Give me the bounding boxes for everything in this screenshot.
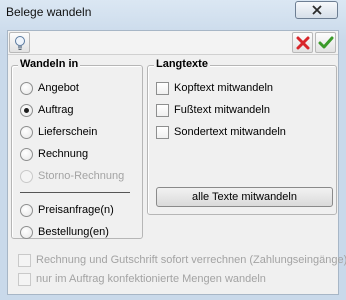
radio-storno-rechnung: Storno-Rechnung — [20, 168, 124, 184]
wandeln-in-group: Wandeln in Angebot Auftrag Lieferschein … — [11, 58, 143, 240]
checkbox-sofort-verrechnen: Rechnung und Gutschrift sofort verrechne… — [18, 252, 346, 268]
cancel-button[interactable] — [292, 32, 313, 53]
radio-label: Lieferschein — [38, 126, 98, 138]
radio-button[interactable] — [20, 147, 33, 161]
ok-button[interactable] — [315, 32, 336, 53]
lightbulb-icon — [14, 35, 25, 50]
radio-preisanfrage[interactable]: Preisanfrage(n) — [20, 202, 114, 218]
radio-button[interactable] — [20, 225, 33, 239]
radio-button[interactable] — [20, 103, 33, 117]
radio-rechnung[interactable]: Rechnung — [20, 146, 88, 162]
checkbox-label: Kopftext mitwandeln — [174, 82, 274, 94]
checkbox-sondertext[interactable]: Sondertext mitwandeln — [156, 124, 286, 140]
langtexte-group: Langtexte Kopftext mitwandeln Fußtext mi… — [147, 58, 337, 215]
checkbox-label: nur im Auftrag konfektionierte Mengen wa… — [36, 273, 266, 285]
checkbox[interactable] — [156, 103, 169, 117]
checkbox-label: Sondertext mitwandeln — [174, 126, 286, 138]
window-close-button[interactable] — [295, 1, 338, 19]
window-title: Belege wandeln — [6, 5, 92, 19]
checkbox — [18, 272, 31, 286]
radio-label: Rechnung — [38, 148, 89, 160]
radio-label: Bestellung(en) — [38, 226, 109, 238]
radio-button[interactable] — [20, 81, 33, 95]
radio-auftrag[interactable]: Auftrag — [20, 102, 73, 118]
wandeln-in-title: Wandeln in — [18, 58, 81, 70]
info-button[interactable] — [9, 32, 30, 53]
radio-button[interactable] — [20, 203, 33, 217]
radio-label: Auftrag — [38, 104, 74, 116]
toolbar — [8, 31, 338, 55]
radio-button[interactable] — [20, 125, 33, 139]
radio-bestellung[interactable]: Bestellung(en) — [20, 224, 109, 240]
alle-texte-button[interactable]: alle Texte mitwandeln — [156, 187, 333, 207]
radio-button — [20, 169, 33, 183]
radio-label: Angebot — [38, 82, 79, 94]
checkbox-kopftext[interactable]: Kopftext mitwandeln — [156, 80, 273, 96]
radio-lieferschein[interactable]: Lieferschein — [20, 124, 97, 140]
checkbox-fusstext[interactable]: Fußtext mitwandeln — [156, 102, 270, 118]
radio-angebot[interactable]: Angebot — [20, 80, 79, 96]
radio-label: Preisanfrage(n) — [38, 204, 114, 216]
checkbox[interactable] — [156, 81, 169, 95]
close-icon — [311, 5, 322, 15]
dialog-client-area: Wandeln in Angebot Auftrag Lieferschein … — [7, 30, 346, 295]
checkbox-label: Rechnung und Gutschrift sofort verrechne… — [36, 254, 346, 266]
checkbox — [18, 253, 31, 267]
checkbox-konfektionierte-mengen: nur im Auftrag konfektionierte Mengen wa… — [18, 271, 266, 287]
langtexte-title: Langtexte — [154, 58, 210, 70]
dialog-window: Belege wandeln Wandeln in Angebot Auftra… — [0, 0, 346, 300]
red-x-icon — [296, 36, 309, 49]
checkbox-label: Fußtext mitwandeln — [174, 104, 270, 116]
title-bar: Belege wandeln — [0, 0, 346, 26]
green-check-icon — [318, 36, 333, 48]
checkbox[interactable] — [156, 125, 169, 139]
separator-line — [20, 192, 130, 193]
radio-label: Storno-Rechnung — [38, 170, 125, 182]
